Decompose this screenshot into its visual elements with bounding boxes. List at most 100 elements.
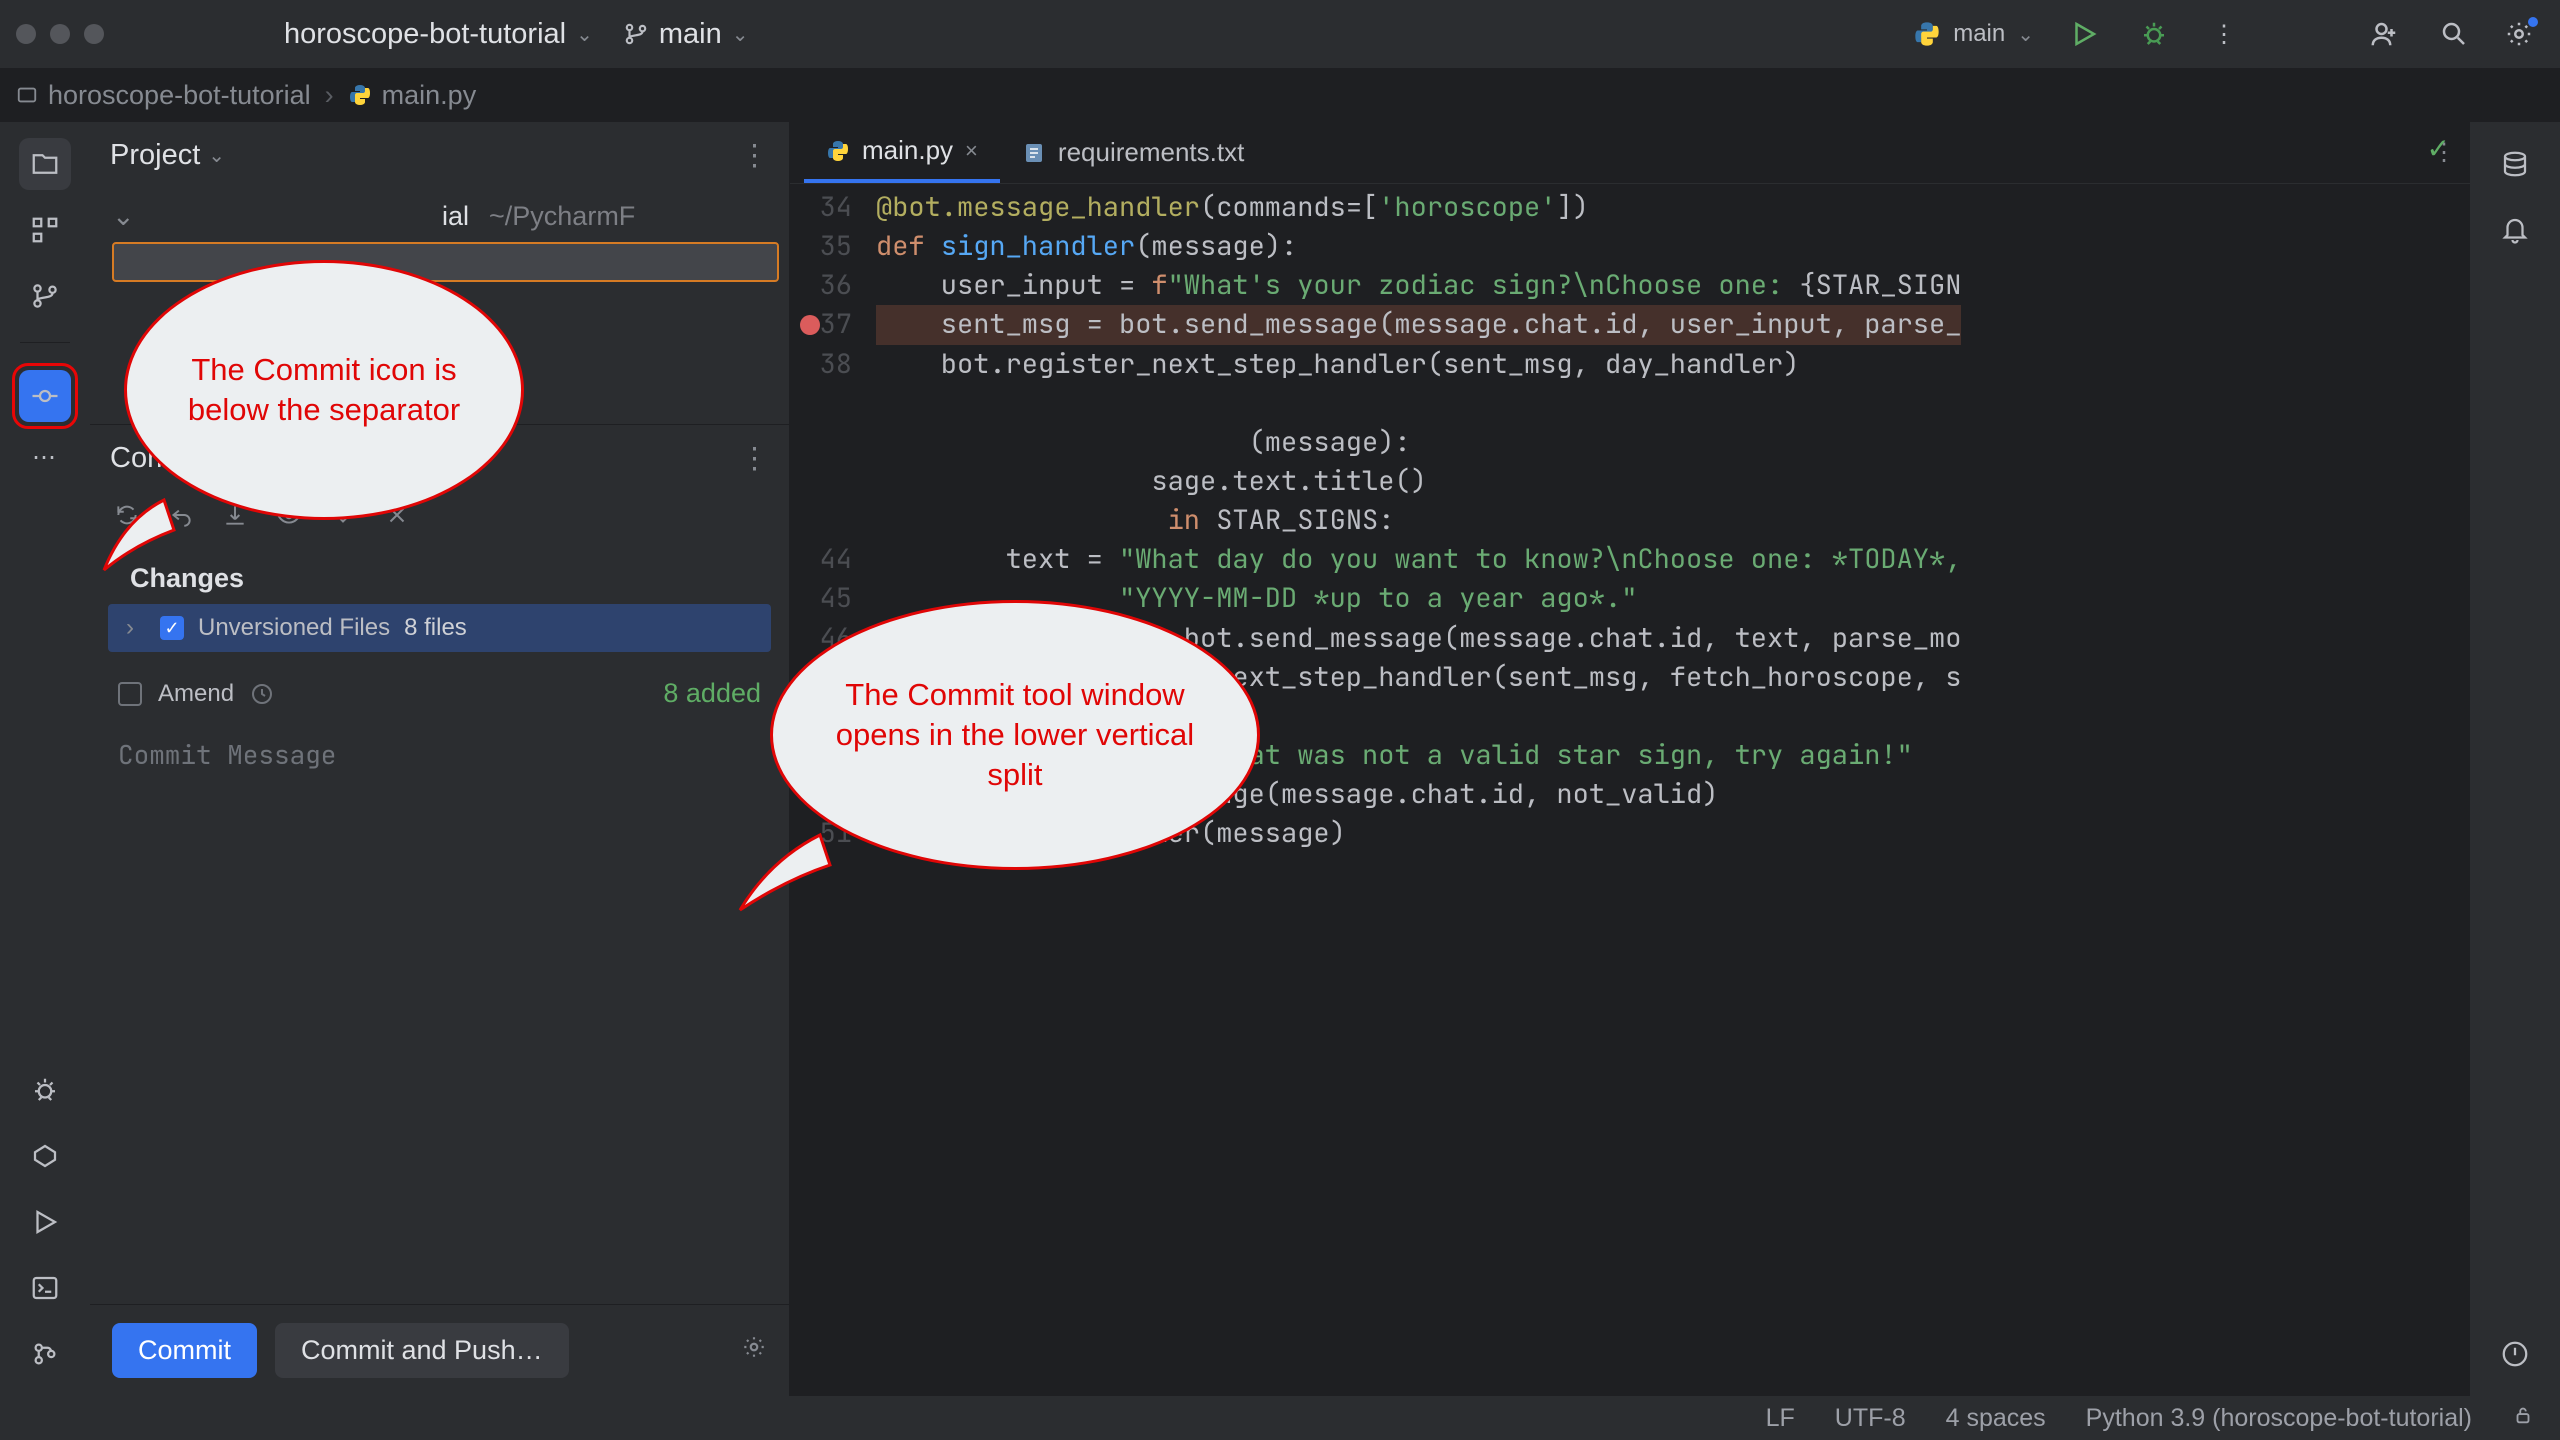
- code-line[interactable]: [790, 384, 2470, 423]
- line-number[interactable]: 44: [790, 540, 876, 579]
- interpreter-selector[interactable]: Python 3.9 (horoscope-bot-tutorial): [2086, 1404, 2472, 1433]
- more-tools-button[interactable]: ⋯: [32, 443, 58, 472]
- python-icon: [1913, 20, 1941, 48]
- commit-tool-button[interactable]: [19, 370, 71, 422]
- maximize-window[interactable]: [84, 24, 104, 44]
- run-config-selector[interactable]: main ⌄: [1913, 20, 2034, 48]
- more-actions-button[interactable]: ⋮: [2204, 14, 2244, 54]
- inspection-ok-icon[interactable]: ✓: [2427, 132, 2450, 165]
- search-button[interactable]: [2434, 14, 2474, 54]
- window-controls: [16, 24, 104, 44]
- encoding-selector[interactable]: UTF-8: [1835, 1404, 1906, 1433]
- line-number[interactable]: [790, 501, 876, 540]
- code-text: sage.text.title(): [876, 462, 1427, 501]
- changes-label: Changes: [90, 557, 789, 604]
- services-tool-button[interactable]: [19, 1130, 71, 1182]
- line-number[interactable]: [790, 423, 876, 462]
- minimize-window[interactable]: [50, 24, 70, 44]
- line-number[interactable]: 35: [790, 227, 876, 266]
- project-icon: [16, 84, 38, 106]
- chevron-right-icon: ›: [126, 614, 146, 642]
- code-line[interactable]: in STAR_SIGNS:: [790, 501, 2470, 540]
- project-panel-options[interactable]: ⋮: [740, 138, 769, 173]
- close-tab-button[interactable]: ×: [965, 138, 978, 164]
- code-line[interactable]: sage.text.title(): [790, 462, 2470, 501]
- tab-main-py[interactable]: main.py ×: [804, 122, 1000, 183]
- run-button[interactable]: [2064, 14, 2104, 54]
- branch-selector[interactable]: main ⌄: [623, 18, 749, 51]
- code-line[interactable]: 34@bot.message_handler(commands=['horosc…: [790, 188, 2470, 227]
- changes-list: Changes › ✓ Unversioned Files 8 files: [90, 551, 789, 658]
- callout-tail-icon: [730, 820, 850, 920]
- terminal-tool-button[interactable]: [19, 1262, 71, 1314]
- project-name: horoscope-bot-tutorial: [284, 18, 566, 51]
- commit-button-highlight: [12, 363, 78, 429]
- commit-panel-options[interactable]: ⋮: [740, 441, 769, 476]
- project-selector[interactable]: horoscope-bot-tutorial ⌄: [284, 18, 593, 51]
- breadcrumb-file-label: main.py: [382, 80, 477, 111]
- requirements-icon: [1022, 141, 1046, 165]
- run-tool-button[interactable]: [19, 1196, 71, 1248]
- breakpoint-icon[interactable]: [800, 315, 820, 335]
- close-window[interactable]: [16, 24, 36, 44]
- settings-button[interactable]: [2504, 14, 2544, 54]
- git-tool-button[interactable]: [19, 1328, 71, 1380]
- right-toolbar: [2470, 122, 2560, 1396]
- chevron-down-icon[interactable]: ⌄: [208, 143, 225, 168]
- code-line[interactable]: 38 bot.register_next_step_handler(sent_m…: [790, 345, 2470, 384]
- amend-row: Amend 8 added: [90, 658, 789, 723]
- code-text: bot.register_next_step_handler(sent_msg,…: [876, 345, 1799, 384]
- project-panel-header: Project ⌄ ⋮: [90, 122, 789, 189]
- line-number[interactable]: 37: [790, 305, 876, 344]
- commit-settings-button[interactable]: [741, 1334, 767, 1367]
- code-line[interactable]: (message):: [790, 423, 2470, 462]
- vcs-tool-button[interactable]: [19, 270, 71, 322]
- unversioned-files-row[interactable]: › ✓ Unversioned Files 8 files: [108, 604, 771, 652]
- structure-tool-button[interactable]: [19, 204, 71, 256]
- unversioned-label: Unversioned Files: [198, 614, 390, 642]
- code-line[interactable]: 44 text = "What day do you want to know?…: [790, 540, 2470, 579]
- code-text: sent_msg = bot.send_message(message.chat…: [876, 305, 1961, 344]
- annotation-text: The Commit tool window opens in the lowe…: [809, 675, 1221, 796]
- python-icon: [348, 83, 372, 107]
- editor-tabs: main.py × requirements.txt ⋮: [790, 122, 2470, 184]
- tree-root[interactable]: ⌄ ial ~/PycharmF: [102, 195, 789, 238]
- code-line[interactable]: 36 user_input = f"What's your zodiac sig…: [790, 266, 2470, 305]
- code-line[interactable]: 35def sign_handler(message):: [790, 227, 2470, 266]
- database-tool-button[interactable]: [2489, 138, 2541, 190]
- title-bar: horoscope-bot-tutorial ⌄ main ⌄ main ⌄ ⋮: [0, 0, 2560, 68]
- amend-checkbox[interactable]: [118, 682, 142, 706]
- tab-label: main.py: [862, 135, 953, 166]
- tab-requirements[interactable]: requirements.txt: [1000, 122, 1266, 183]
- commit-message-input[interactable]: Commit Message: [90, 723, 789, 1304]
- indent-selector[interactable]: 4 spaces: [1946, 1404, 2046, 1433]
- breadcrumb-root-label: horoscope-bot-tutorial: [48, 80, 311, 111]
- debug-tool-button[interactable]: [19, 1064, 71, 1116]
- added-count-badge: 8 added: [663, 678, 761, 709]
- commit-button[interactable]: Commit: [112, 1323, 257, 1378]
- line-number[interactable]: 34: [790, 188, 876, 227]
- chevron-down-icon: ⌄: [576, 22, 593, 47]
- code-line[interactable]: 37 sent_msg = bot.send_message(message.c…: [790, 305, 2470, 344]
- history-icon[interactable]: [250, 682, 274, 706]
- tree-root-label: ial: [442, 201, 469, 232]
- line-number[interactable]: [790, 384, 876, 423]
- checkbox-checked[interactable]: ✓: [160, 616, 184, 640]
- collaborate-button[interactable]: [2364, 14, 2404, 54]
- branch-icon: [623, 21, 649, 47]
- notifications-tool-button[interactable]: [2489, 204, 2541, 256]
- line-number[interactable]: 38: [790, 345, 876, 384]
- lock-icon[interactable]: [2512, 1404, 2534, 1433]
- breadcrumb-file[interactable]: main.py: [348, 80, 477, 111]
- debug-button[interactable]: [2134, 14, 2174, 54]
- line-ending-selector[interactable]: LF: [1766, 1404, 1795, 1433]
- problems-tool-button[interactable]: [2489, 1328, 2541, 1380]
- code-text: (message):: [876, 423, 1411, 462]
- branch-name: main: [659, 18, 722, 51]
- breadcrumb-root[interactable]: horoscope-bot-tutorial: [16, 80, 311, 111]
- code-text: in STAR_SIGNS:: [876, 501, 1394, 540]
- project-tool-button[interactable]: [19, 138, 71, 190]
- commit-and-push-button[interactable]: Commit and Push…: [275, 1323, 569, 1378]
- line-number[interactable]: [790, 462, 876, 501]
- line-number[interactable]: 36: [790, 266, 876, 305]
